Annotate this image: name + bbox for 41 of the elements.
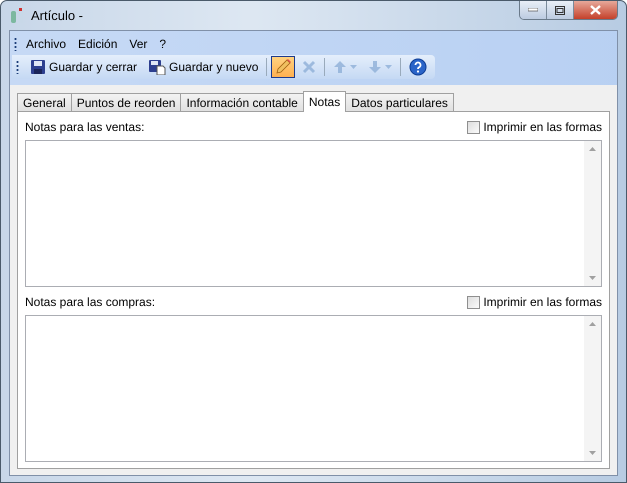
edit-button[interactable] bbox=[271, 56, 296, 78]
notes-field[interactable] bbox=[25, 315, 602, 462]
cross-icon bbox=[302, 60, 316, 74]
scroll-down-icon bbox=[589, 451, 596, 455]
save-button[interactable]: Guardar y cerrar bbox=[26, 56, 142, 78]
maximize-button[interactable] bbox=[547, 1, 574, 19]
scrollbar[interactable] bbox=[584, 141, 601, 286]
menu-item[interactable]: Edición bbox=[73, 35, 122, 53]
save-new-button[interactable]: Guardar y nuevo bbox=[144, 56, 262, 78]
tab[interactable]: General bbox=[17, 93, 72, 111]
pencil-icon bbox=[275, 59, 292, 75]
checkbox-label: Imprimir en las formas bbox=[483, 295, 602, 309]
tab[interactable]: Información contable bbox=[180, 93, 304, 111]
scroll-down-icon bbox=[589, 276, 596, 280]
close-icon bbox=[590, 5, 601, 15]
menu-item[interactable]: Ver bbox=[124, 35, 152, 53]
caret-icon bbox=[350, 65, 358, 69]
scroll-up-icon bbox=[589, 322, 596, 326]
up-arrow-icon bbox=[333, 60, 348, 74]
scrollbar[interactable] bbox=[584, 316, 601, 461]
section-label: Notas para las compras: bbox=[25, 295, 156, 309]
help-icon bbox=[409, 58, 428, 76]
maximize-icon bbox=[555, 6, 565, 14]
down-arrow-icon bbox=[368, 60, 382, 74]
caret-icon bbox=[385, 65, 392, 69]
tab[interactable]: Datos particulares bbox=[345, 93, 454, 111]
notes-field[interactable] bbox=[25, 140, 602, 287]
tab[interactable]: Notas bbox=[302, 91, 346, 112]
checkbox[interactable] bbox=[467, 120, 480, 134]
menu-item[interactable]: Archivo bbox=[21, 35, 72, 53]
close-button[interactable] bbox=[574, 1, 617, 19]
floppy-disk-icon bbox=[148, 59, 166, 75]
checkbox-label: Imprimir en las formas bbox=[483, 120, 602, 134]
tab[interactable]: Puntos de reorden bbox=[70, 93, 182, 111]
scroll-up-icon bbox=[589, 147, 596, 151]
checkbox[interactable] bbox=[467, 296, 480, 308]
menu-item[interactable]: ? bbox=[154, 35, 172, 53]
window-title: Artículo - bbox=[31, 8, 84, 23]
section-label: Notas para las ventas: bbox=[25, 120, 144, 134]
minimize-icon bbox=[528, 8, 538, 12]
minimize-button[interactable] bbox=[520, 1, 547, 19]
